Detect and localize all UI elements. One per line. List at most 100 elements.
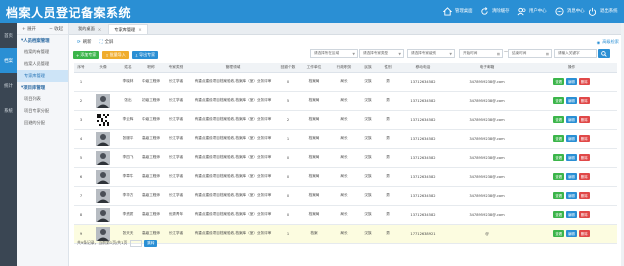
delete-button[interactable]: 删除 — [578, 78, 590, 85]
cell-org: 档案局 — [298, 129, 330, 149]
sidebar-item-project-assign[interactable]: 项目专家分配 — [17, 105, 68, 117]
close-icon[interactable]: × — [98, 27, 102, 32]
pagination: 共9条记录，当前第1页/共1页 跳转 — [77, 239, 158, 247]
level-select[interactable]: 请选择专家级别 ▼ — [407, 49, 455, 58]
module-archive[interactable]: 档案 — [0, 48, 17, 73]
table-row[interactable]: 8 李资质 高级工程师 优秀青年 有重点建设项目档案验收,档案库（室）业务评审 0 档案局局… — [74, 205, 617, 225]
fullscreen-button[interactable]: ⛶ 全屏 — [99, 39, 113, 45]
plus-icon: + — [76, 52, 80, 58]
sidebar-section-label: 项目库管理 — [23, 85, 46, 91]
table-row[interactable]: 2 张出 初级工程师 长江学者 有重点建设项目档案验收,档案库（室）业务评审 5 档案局 局长… — [74, 91, 617, 111]
page-number-input[interactable] — [130, 239, 143, 247]
nav-user-center[interactable]: 用户中心 — [517, 5, 547, 17]
cell-name: 张服平 — [118, 129, 138, 149]
cell-name: 张出 — [118, 91, 138, 111]
edit-button[interactable]: 编辑 — [566, 78, 577, 85]
view-button[interactable]: 查看 — [553, 78, 565, 85]
refresh-button[interactable]: ⟳ 刷新 — [77, 39, 91, 46]
search-button[interactable] — [598, 49, 610, 58]
cell-email: 3478959238@.com — [448, 148, 526, 168]
nav-message-center[interactable]: 消息中心 — [555, 5, 585, 17]
sidebar-item-project-list[interactable]: 项目列表 — [17, 93, 68, 105]
cell-domain: 有重点建设项目档案验收,档案库（室）业务评审 — [188, 110, 278, 130]
delete-button[interactable]: 删除 — [578, 211, 590, 218]
sidebar: + 展开 − 收起 ▾ 人员档案管理 档案的有管理 档案人员管理 专家库管理 ▾… — [17, 23, 69, 266]
go-page-button[interactable]: 跳转 — [144, 239, 158, 247]
cell-sex: 男 — [378, 205, 398, 225]
edit-button[interactable]: 编辑 — [566, 192, 577, 199]
view-button[interactable]: 查看 — [553, 135, 565, 142]
view-button[interactable]: 查看 — [553, 97, 565, 104]
add-expert-button[interactable]: + 添加专家 — [73, 51, 100, 59]
table-row[interactable]: 3 李云辉 中级工程师 长江学者 有重点建设项目档案验收,档案库（室）业务评审 2 档案局局… — [74, 110, 617, 130]
table-row[interactable]: 1 李晓林 中级工程师 长江学者 有重点建设项目档案验收,档案库（室）业务评审 0 档案局局… — [74, 72, 617, 92]
module-statistics[interactable]: 统计 — [0, 73, 17, 98]
view-button[interactable]: 查看 — [553, 192, 565, 199]
view-button[interactable]: 查看 — [553, 173, 565, 180]
sidebar-item-avoid-assign[interactable]: 回避的分配 — [17, 117, 68, 129]
export-expert-button[interactable]: ⇩ 导出专家 — [131, 51, 159, 59]
edit-button[interactable]: 编辑 — [566, 173, 577, 180]
cell-no: 8 — [74, 205, 88, 225]
nav-desktop[interactable]: 管理桌面 — [443, 5, 473, 17]
cell-ethnic: 汉族 — [358, 224, 378, 244]
col-header: 职称 — [138, 63, 164, 73]
nav-clear-cache[interactable]: 清除缓存 — [480, 5, 510, 17]
category-select[interactable]: 请选择专家类型 ▼ — [359, 49, 404, 58]
sidebar-section-personnel[interactable]: ▾ 人员档案管理 — [17, 35, 68, 46]
module-system[interactable]: 系统 — [0, 98, 17, 123]
table-row[interactable]: 4 张服平 高级工程师 长江学者 有重点建设项目档案验收,档案库（室）业务评审 1 档案局局… — [74, 129, 617, 149]
sidebar-item-archive-people[interactable]: 档案人员管理 — [17, 58, 68, 70]
edit-button[interactable]: 编辑 — [566, 116, 577, 123]
tab-bar: 我的桌面 × 专家库管理 × — [69, 23, 624, 35]
table-row[interactable]: 5 李四飞 高级工程师 长江学者 有重点建设项目档案验收,档案库（室）业务评审 0 档案局局… — [74, 148, 617, 168]
edit-button[interactable]: 编辑 — [566, 97, 577, 104]
cell-domain: 有重点建设项目档案验收,档案库（室）业务评审 — [188, 205, 278, 225]
delete-button[interactable]: 删除 — [578, 230, 590, 237]
table-body: 1 李晓林 中级工程师 长江学者 有重点建设项目档案验收,档案库（室）业务评审 0 档案局局… — [74, 72, 617, 244]
end-date-input[interactable]: 结束时间 ▦ — [508, 49, 552, 58]
delete-button[interactable]: 删除 — [578, 135, 590, 142]
end-date-value: 结束时间 — [512, 51, 527, 55]
delete-button[interactable]: 删除 — [578, 192, 590, 199]
view-label: 查看 — [555, 156, 563, 160]
delete-button[interactable]: 删除 — [578, 97, 590, 104]
keyword-input[interactable]: 请输入关键字 — [554, 49, 597, 58]
module-home[interactable]: 首页 — [0, 23, 17, 48]
table-row[interactable]: 7 李华方 高级工程师 长江学者 有重点建设项目档案验收,档案库（室）业务评审 0 档案局局… — [74, 186, 617, 206]
view-button[interactable]: 查看 — [553, 116, 565, 123]
batch-import-button[interactable]: ⇪ 批量导入 — [102, 51, 129, 59]
tab-desktop[interactable]: 我的桌面 × — [73, 24, 106, 34]
region-select[interactable]: 请选择所在区域 ▼ — [310, 49, 358, 58]
cell-org: 档案局 — [298, 110, 330, 130]
cell-type: 长江学者 — [164, 91, 188, 111]
delete-button[interactable]: 删除 — [578, 173, 590, 180]
delete-label: 删除 — [580, 156, 588, 160]
sidebar-item-archive-manage[interactable]: 档案的有管理 — [17, 46, 68, 58]
expand-button[interactable]: + 展开 — [22, 26, 36, 32]
delete-button[interactable]: 删除 — [578, 116, 590, 123]
start-date-input[interactable]: 开始时间 ▦ — [459, 49, 503, 58]
sidebar-section-projects[interactable]: ▾ 项目库管理 — [17, 82, 68, 93]
cell-ethnic: 汉族 — [358, 110, 378, 130]
advanced-search-button[interactable]: ◉ 高级检索 — [597, 37, 619, 47]
edit-button[interactable]: 编辑 — [566, 135, 577, 142]
nav-logout[interactable]: 退出系统 — [588, 5, 618, 17]
close-icon[interactable]: × — [138, 27, 142, 32]
view-button[interactable]: 查看 — [553, 230, 565, 237]
cell-no: 5 — [74, 148, 88, 168]
edit-button[interactable]: 编辑 — [566, 230, 577, 237]
view-button[interactable]: 查看 — [553, 154, 565, 161]
edit-button[interactable]: 编辑 — [566, 154, 577, 161]
collapse-button[interactable]: − 收起 — [49, 26, 63, 32]
sidebar-item-expert-library[interactable]: 专家库管理 — [17, 70, 68, 82]
tab-expert-library-label: 专家库管理 — [114, 26, 136, 32]
tab-expert-library[interactable]: 专家库管理 × — [108, 24, 148, 34]
delete-label: 删除 — [580, 80, 588, 84]
col-header: 回避个数 — [278, 63, 298, 73]
cell-org: 档案局 — [298, 148, 330, 168]
delete-button[interactable]: 删除 — [578, 154, 590, 161]
table-row[interactable]: 6 李章牛 高级工程师 长江学者 有重点建设项目档案验收,档案库（室）业务评审 0 档案局局… — [74, 167, 617, 187]
edit-button[interactable]: 编辑 — [566, 211, 577, 218]
view-button[interactable]: 查看 — [553, 211, 565, 218]
